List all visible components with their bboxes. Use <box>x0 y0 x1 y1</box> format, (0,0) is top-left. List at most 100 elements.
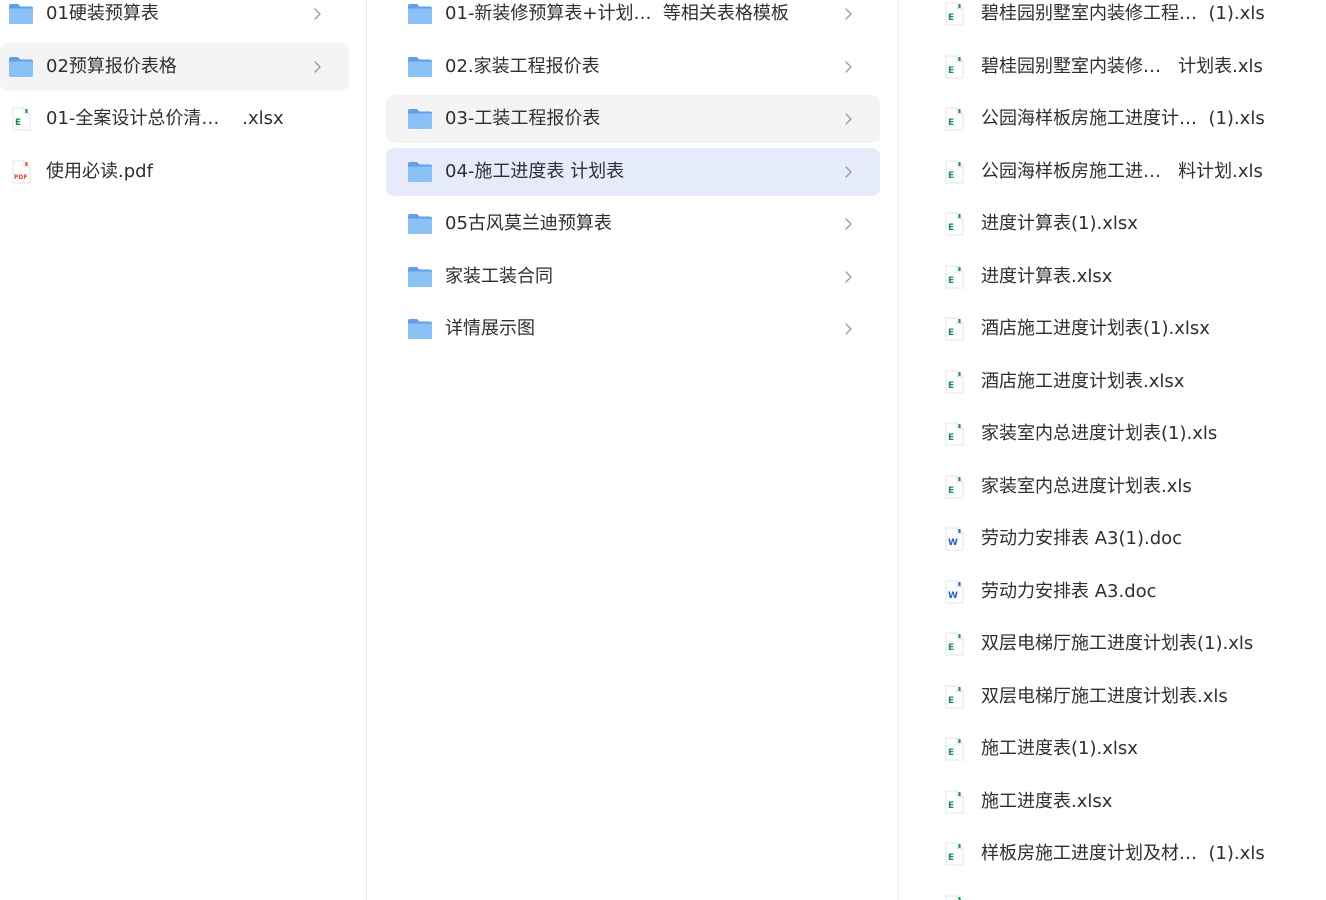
file-item[interactable]: E 进度计算表(1).xlsx <box>937 200 1317 248</box>
svg-text:E: E <box>948 13 954 23</box>
folder-item[interactable]: 02预算报价表格 <box>0 43 349 91</box>
excel-file-icon: E <box>941 475 967 499</box>
folder-item[interactable]: 04-施工进度表 计划表 <box>386 148 880 196</box>
folder-icon <box>407 213 433 235</box>
svg-text:E: E <box>948 381 954 391</box>
svg-text:E: E <box>948 171 954 181</box>
svg-text:E: E <box>948 643 954 653</box>
excel-file-icon: E <box>941 107 967 131</box>
file-item[interactable]: E 01-全案设计总价清… .xlsx <box>0 95 349 143</box>
svg-text:E: E <box>15 118 21 128</box>
column-root[interactable]: 01硬装预算表 02预算报价表格 E 01-全案设计总价清… .xlsx PDF 使用必读… <box>0 0 367 900</box>
file-item[interactable]: PDF 使用必读.pdf <box>0 148 349 196</box>
file-item[interactable]: E 双层电梯厅施工进度计划表.xls <box>937 673 1317 721</box>
folder-item[interactable]: 家装工装合同 <box>386 253 880 301</box>
folder-item[interactable]: 03-工装工程报价表 <box>386 95 880 143</box>
file-item[interactable]: E 碧桂园别墅室内装修工程… (1).xls <box>937 0 1317 38</box>
item-label: 进度计算表.xlsx <box>981 266 1113 287</box>
item-label: 详情展示图 <box>445 318 535 339</box>
word-file-icon: W <box>941 580 967 604</box>
item-label: 使用必读.pdf <box>46 161 153 182</box>
file-item[interactable]: E 酒店施工进度计划表.xlsx <box>937 358 1317 406</box>
item-label: 碧桂园别墅室内装修工程… (1).xls <box>981 3 1265 24</box>
pdf-file-icon: PDF <box>8 160 34 184</box>
item-label: 酒店施工进度计划表.xlsx <box>981 371 1185 392</box>
svg-text:E: E <box>948 486 954 496</box>
svg-text:E: E <box>948 66 954 76</box>
folder-icon <box>407 266 433 288</box>
file-item[interactable]: E 进度计算表.xlsx <box>937 253 1317 301</box>
folder-icon <box>407 161 433 183</box>
word-file-icon: W <box>941 527 967 551</box>
svg-text:E: E <box>948 276 954 286</box>
folder-item[interactable]: 02.家装工程报价表 <box>386 43 880 91</box>
item-label: 施工进度表(1).xlsx <box>981 738 1138 759</box>
file-item[interactable]: E 家装室内总进度计划表(1).xls <box>937 410 1317 458</box>
item-label: 01硬装预算表 <box>46 3 159 24</box>
file-item[interactable]: E 样板房施工进度计划及材… (1).xls <box>937 830 1317 878</box>
svg-text:E: E <box>948 801 954 811</box>
item-label: 01-全案设计总价清… .xlsx <box>46 108 284 129</box>
item-label: 双层电梯厅施工进度计划表.xls <box>981 686 1228 707</box>
file-item[interactable]: E 碧桂园别墅室内装修… 计划表.xls <box>937 43 1317 91</box>
chevron-right-icon <box>840 59 856 75</box>
excel-file-icon: E <box>941 370 967 394</box>
item-label: 公园海样板房施工进度计… (1).xls <box>981 108 1265 129</box>
file-item[interactable]: E 家装室内总进度计划表.xls <box>937 463 1317 511</box>
svg-text:E: E <box>948 748 954 758</box>
file-item[interactable]: E 酒店施工进度计划表(1).xlsx <box>937 305 1317 353</box>
folder-item[interactable]: 01-新装修预算表+计划… 等相关表格模板 <box>386 0 880 38</box>
file-item[interactable]: W 劳动力安排表 A3.doc <box>937 568 1317 616</box>
excel-file-icon: E <box>941 2 967 26</box>
file-item[interactable]: E <box>937 883 1317 900</box>
excel-file-icon: E <box>941 265 967 289</box>
folder-icon <box>8 56 34 78</box>
folder-item[interactable]: 05古风莫兰迪预算表 <box>386 200 880 248</box>
file-item[interactable]: E 施工进度表.xlsx <box>937 778 1317 826</box>
excel-file-icon: E <box>941 842 967 866</box>
svg-text:E: E <box>948 223 954 233</box>
svg-text:E: E <box>948 853 954 863</box>
excel-file-icon: E <box>941 160 967 184</box>
svg-text:E: E <box>948 328 954 338</box>
file-item[interactable]: E 公园海样板房施工进度计… (1).xls <box>937 95 1317 143</box>
folder-icon <box>407 318 433 340</box>
folder-item[interactable]: 01硬装预算表 <box>0 0 349 38</box>
file-item[interactable]: E 双层电梯厅施工进度计划表(1).xls <box>937 620 1317 668</box>
item-label: 劳动力安排表 A3.doc <box>981 581 1157 602</box>
item-label: 家装室内总进度计划表.xls <box>981 476 1192 497</box>
file-item[interactable]: E 施工进度表(1).xlsx <box>937 725 1317 773</box>
item-label: 家装室内总进度计划表(1).xls <box>981 423 1218 444</box>
chevron-right-icon <box>309 59 325 75</box>
folder-item[interactable]: 详情展示图 <box>386 305 880 353</box>
item-label: 05古风莫兰迪预算表 <box>445 213 612 234</box>
item-label: 样板房施工进度计划及材… (1).xls <box>981 843 1265 864</box>
folder-icon <box>407 108 433 130</box>
item-label: 03-工装工程报价表 <box>445 108 601 129</box>
item-label: 酒店施工进度计划表(1).xlsx <box>981 318 1210 339</box>
file-item[interactable]: E 公园海样板房施工进… 料计划.xls <box>937 148 1317 196</box>
excel-file-icon: E <box>8 107 34 131</box>
folder-icon <box>8 3 34 25</box>
item-label: 进度计算表(1).xlsx <box>981 213 1138 234</box>
chevron-right-icon <box>840 6 856 22</box>
file-item[interactable]: W 劳动力安排表 A3(1).doc <box>937 515 1317 563</box>
item-label: 02.家装工程报价表 <box>445 56 600 77</box>
item-label: 01-新装修预算表+计划… 等相关表格模板 <box>445 3 789 24</box>
svg-text:W: W <box>948 591 958 601</box>
folder-icon <box>407 3 433 25</box>
item-label: 劳动力安排表 A3(1).doc <box>981 528 1183 549</box>
item-label: 04-施工进度表 计划表 <box>445 161 625 182</box>
excel-file-icon: E <box>941 685 967 709</box>
svg-text:E: E <box>948 118 954 128</box>
svg-text:PDF: PDF <box>14 174 27 181</box>
chevron-right-icon <box>840 321 856 337</box>
excel-file-icon: E <box>941 737 967 761</box>
chevron-right-icon <box>840 111 856 127</box>
excel-file-icon: E <box>941 317 967 341</box>
excel-file-icon: E <box>941 422 967 446</box>
column-budget-tables[interactable]: 01-新装修预算表+计划… 等相关表格模板 02.家装工程报价表 03-工装工程报价… <box>367 0 899 900</box>
excel-file-icon: E <box>941 55 967 79</box>
column-schedule-files[interactable]: E 碧桂园别墅室内装修工程… (1).xls E 碧桂园别墅室内装修… 计划表.xls… <box>899 0 1326 900</box>
item-label: 施工进度表.xlsx <box>981 791 1113 812</box>
